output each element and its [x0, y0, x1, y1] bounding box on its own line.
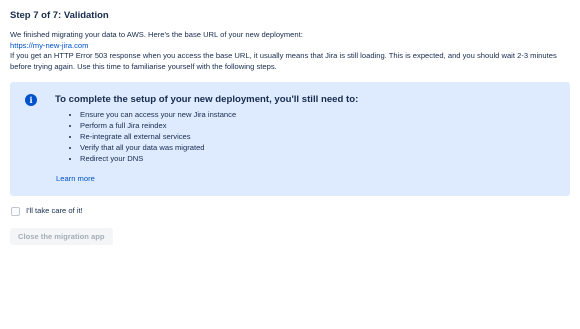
validation-step-page: Step 7 of 7: Validation We finished migr…: [0, 0, 580, 329]
intro-text: We finished migrating your data to AWS. …: [10, 30, 303, 39]
info-icon: i: [25, 94, 37, 107]
setup-info-panel: i To complete the setup of your new depl…: [10, 82, 570, 197]
list-item: Redirect your DNS: [80, 154, 236, 165]
confirm-checkbox-row[interactable]: I'll take care of it!: [10, 205, 570, 217]
list-item: Perform a full Jira reindex: [80, 121, 236, 132]
deployment-url-link[interactable]: https://my-new-jira.com: [10, 41, 570, 52]
setup-checklist: Ensure you can access your new Jira inst…: [80, 110, 236, 164]
list-item: Ensure you can access your new Jira inst…: [80, 110, 236, 121]
error-503-note: If you get an HTTP Error 503 response wh…: [10, 51, 557, 71]
learn-more-link[interactable]: Learn more: [56, 174, 95, 184]
list-item: Verify that all your data was migrated: [80, 143, 236, 154]
confirm-checkbox[interactable]: [11, 206, 20, 216]
confirm-checkbox-label[interactable]: I'll take care of it!: [26, 206, 83, 216]
list-item: Re-integrate all external services: [80, 132, 236, 143]
info-panel-heading: To complete the setup of your new deploy…: [55, 94, 359, 106]
close-migration-app-button[interactable]: Close the migration app: [10, 228, 113, 246]
step-title: Step 7 of 7: Validation: [10, 10, 109, 21]
